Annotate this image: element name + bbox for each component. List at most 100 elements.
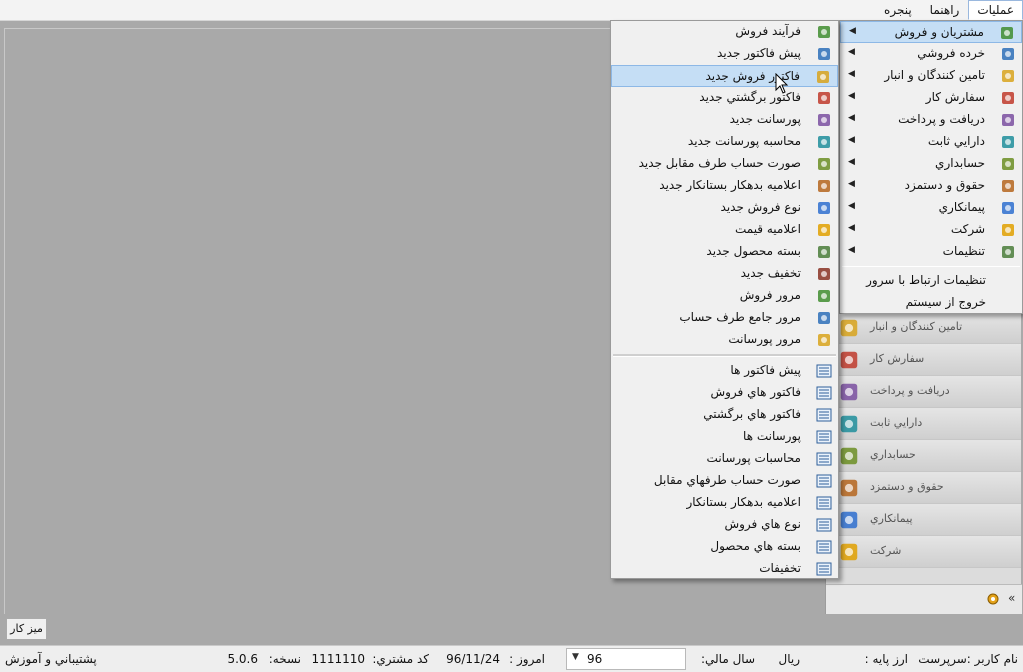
submenu-item[interactable]: فاكتور فروش جديد [611, 65, 838, 87]
contracting-icon [1000, 200, 1016, 216]
main-menu-extra-item[interactable]: تنظيمات ارتباط با سرور [840, 270, 1022, 292]
debit-credit-note-icon [816, 178, 832, 194]
menu-operations[interactable]: عمليات [968, 0, 1023, 20]
submenu-arrow-icon: ◀ [848, 223, 855, 233]
submenu-arrow-icon: ◀ [848, 201, 855, 211]
statement-icon [816, 156, 832, 172]
submenu-list-item[interactable]: نوع هاي فروش [611, 514, 838, 536]
main-menu-item-label: پيمانكاري [938, 200, 985, 214]
new-invoice-icon [815, 69, 831, 85]
nav-panel-item-label: پيمانكاري [870, 512, 913, 525]
menu-help[interactable]: راهنما [921, 0, 969, 20]
main-menu-item[interactable]: حسابداري ◀ [840, 153, 1022, 175]
submenu-arrow-icon: ◀ [848, 91, 855, 101]
main-menu-item[interactable]: تنظيمات ◀ [840, 241, 1022, 263]
list-icon [816, 451, 832, 467]
main-menu-item[interactable]: تامين كنندگان و انبار ◀ [840, 65, 1022, 87]
main-menu-item-label: تنظيمات [942, 244, 985, 258]
submenu-item-label: اعلاميه قيمت [734, 222, 801, 236]
submenu-list-item-label: نوع هاي فروش [724, 517, 801, 531]
status-support[interactable]: پشتيباني و آموزش [5, 652, 97, 666]
company-nav-icon [838, 541, 860, 563]
submenu-item[interactable]: محاسبه پورسانت جديد [611, 131, 838, 153]
menu-window[interactable]: پنجره [875, 0, 921, 20]
payment-nav-icon [838, 381, 860, 403]
nav-panel-item-label: تامين كنندگان و انبار [870, 320, 963, 333]
contracting-nav-icon [838, 509, 860, 531]
nav-panel-item[interactable]: دريافت و پرداخت [826, 376, 1021, 408]
main-menu-item[interactable]: خرده فروشي ◀ [840, 43, 1022, 65]
menu-separator [842, 266, 1020, 267]
submenu-item[interactable]: نوع فروش جديد [611, 197, 838, 219]
fiscal-year-value: 96 [587, 652, 603, 666]
nav-panel-item[interactable]: حسابداري [826, 440, 1021, 472]
suppliers-nav-icon [838, 317, 860, 339]
price-notice-icon [816, 222, 832, 238]
submenu-item[interactable]: مرور فروش [611, 285, 838, 307]
main-menu-item[interactable]: دارايي ثابت ◀ [840, 131, 1022, 153]
submenu-list-item[interactable]: تخفيفات [611, 558, 838, 580]
nav-panel-item-label: دارايي ثابت [870, 416, 923, 429]
nav-panel-item[interactable]: حقوق و دستمزد [826, 472, 1021, 504]
submenu-list-item[interactable]: اعلاميه بدهكار بستانكار [611, 492, 838, 514]
submenu-item[interactable]: مرور جامع طرف حساب [611, 307, 838, 329]
sales-review-icon [816, 288, 832, 304]
submenu-item[interactable]: مرور پورسانت [611, 329, 838, 351]
new-commission-icon [816, 112, 832, 128]
submenu-list-item[interactable]: پيش فاكتور ها [611, 360, 838, 382]
submenu-item-label: مرور فروش [739, 288, 801, 302]
submenu-item-label: پيش فاكتور جديد [717, 46, 801, 60]
main-menu-item[interactable]: حقوق و دستمزد ◀ [840, 175, 1022, 197]
submenu-item[interactable]: پيش فاكتور جديد [611, 43, 838, 65]
main-menu-item[interactable]: شركت ◀ [840, 219, 1022, 241]
submenu-list-item[interactable]: صورت حساب طرفهاي مقابل [611, 470, 838, 492]
nav-panel-item[interactable]: پيمانكاري [826, 504, 1021, 536]
mouse-cursor-icon [775, 73, 789, 94]
submenu-list-item-label: صورت حساب طرفهاي مقابل [653, 473, 801, 487]
submenu-item-label: تخفيف جديد [740, 266, 801, 280]
main-menu-extra-item-label: تنظيمات ارتباط با سرور [866, 273, 986, 287]
main-menu-item[interactable]: مشتريان و فروش ◀ [840, 21, 1022, 43]
submenu-list-item[interactable]: فاكتور هاي فروش [611, 382, 838, 404]
submenu-item[interactable]: پورسانت جديد [611, 109, 838, 131]
retail-icon [1000, 46, 1016, 62]
main-menu-item[interactable]: سفارش كار ◀ [840, 87, 1022, 109]
status-bar: نام كاربر :سرپرست ارز پايه : ريال سال ما… [0, 645, 1023, 672]
expand-chevron-icon[interactable]: « [1008, 591, 1015, 605]
nav-panel-item-label: شركت [870, 544, 902, 557]
submenu-item[interactable]: اعلاميه قيمت [611, 219, 838, 241]
submenu-item[interactable]: بسته محصول جديد [611, 241, 838, 263]
status-today-label: امروز : [509, 652, 545, 666]
configure-icon[interactable] [986, 592, 1000, 606]
main-menu-item-label: سفارش كار [925, 90, 985, 104]
submenu-item-label: مرور پورسانت [728, 332, 801, 346]
list-icon [816, 429, 832, 445]
nav-panel-item[interactable]: دارايي ثابت [826, 408, 1021, 440]
navigation-panel: تامين كنندگان و انبار سفارش كار دريافت و پ… [825, 312, 1022, 614]
nav-panel-item[interactable]: تامين كنندگان و انبار [826, 312, 1021, 344]
submenu-item[interactable]: فاكتور برگشتي جديد [611, 87, 838, 109]
submenu-list-item-label: فاكتور هاي برگشتي [703, 407, 801, 421]
desk-tab[interactable]: ميز كار [6, 618, 47, 640]
chevron-down-icon[interactable]: ▼ [572, 652, 579, 662]
nav-panel-item[interactable]: سفارش كار [826, 344, 1021, 376]
submenu-item[interactable]: اعلاميه بدهكار بستانكار جديد [611, 175, 838, 197]
submenu-item[interactable]: صورت حساب طرف مقابل جديد [611, 153, 838, 175]
submenu-item-label: محاسبه پورسانت جديد [687, 134, 801, 148]
payment-icon [1000, 112, 1016, 128]
fiscal-year-select[interactable]: ▼ 96 [566, 648, 686, 670]
main-menu-item[interactable]: دريافت و پرداخت ◀ [840, 109, 1022, 131]
nav-panel-item[interactable]: شركت [826, 536, 1021, 568]
submenu-list-item[interactable]: بسته هاي محصول [611, 536, 838, 558]
submenu-item-label: صورت حساب طرف مقابل جديد [638, 156, 801, 170]
main-menu-item[interactable]: پيمانكاري ◀ [840, 197, 1022, 219]
submenu-item[interactable]: فرآيند فروش [611, 21, 838, 43]
main-menu-item-label: خرده فروشي [917, 46, 985, 60]
submenu-list-item[interactable]: پورسانت ها [611, 426, 838, 448]
submenu-list-item[interactable]: محاسبات پورسانت [611, 448, 838, 470]
submenu-item-label: نوع فروش جديد [720, 200, 801, 214]
submenu-item[interactable]: تخفيف جديد [611, 263, 838, 285]
submenu-list-item[interactable]: فاكتور هاي برگشتي [611, 404, 838, 426]
fixed-asset-nav-icon [838, 413, 860, 435]
main-menu-extra-item[interactable]: خروج از سيستم [840, 292, 1022, 314]
